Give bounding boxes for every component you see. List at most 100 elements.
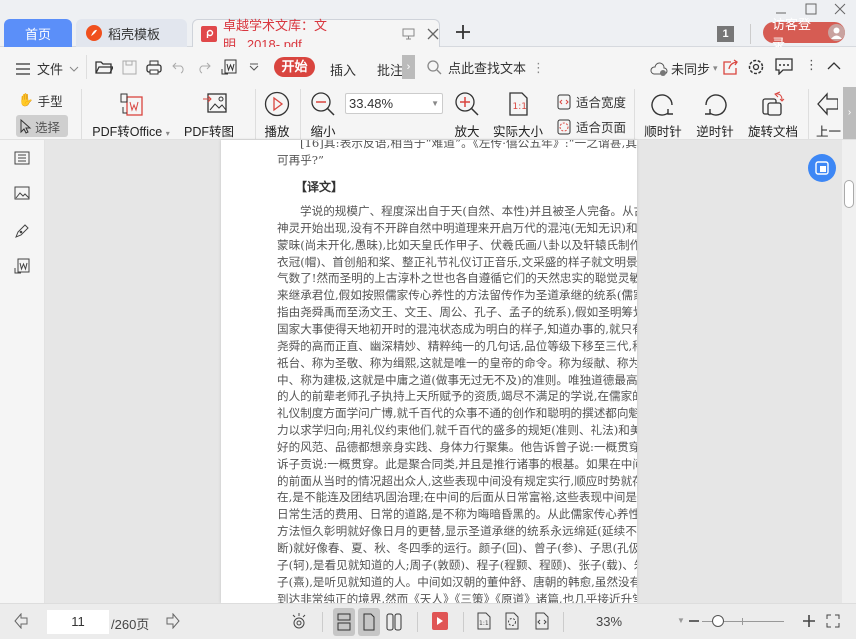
login-button[interactable]: 访客登录: [763, 17, 845, 51]
zoom-in-button[interactable]: 放大: [452, 91, 482, 140]
settings-gear-icon[interactable]: [747, 58, 765, 76]
body-text-line: 在,是不能连及团结巩固治理;在中间的后面从日常富裕,这些表现中间是: [277, 490, 637, 505]
actual-size-icon[interactable]: 1:1: [477, 612, 491, 630]
window-count-badge[interactable]: 1: [717, 26, 734, 42]
more-dropdown-icon[interactable]: [249, 63, 259, 71]
print-icon[interactable]: [146, 60, 162, 75]
rotate-counterclockwise-button[interactable]: 逆时针: [695, 91, 735, 140]
hand-label: 手型: [37, 95, 63, 109]
share-icon[interactable]: [723, 59, 739, 75]
open-folder-icon[interactable]: [95, 60, 113, 74]
tab-document[interactable]: 卓越学术文库：文明...2018-.pdf: [192, 18, 440, 52]
fit-page-button[interactable]: 适合页面: [557, 117, 626, 136]
maximize-icon[interactable]: [805, 3, 817, 15]
convert-icon: [815, 161, 829, 175]
zoom-percent[interactable]: 33%: [596, 614, 622, 629]
scroll-tabs-right-button[interactable]: ›: [402, 55, 415, 79]
zoom-slider[interactable]: [702, 615, 784, 627]
scrollbar-thumb[interactable]: [844, 180, 854, 208]
zoom-out-label: 缩小: [310, 125, 336, 139]
left-sidebar: [0, 140, 45, 603]
thumbnail-image-icon[interactable]: [14, 186, 30, 200]
divider: [417, 612, 418, 632]
export-word-icon[interactable]: [221, 59, 237, 75]
fit-page-icon[interactable]: [505, 612, 519, 630]
previous-page-button[interactable]: 上一: [816, 91, 842, 140]
tab-docer-templates[interactable]: 稻壳模板: [76, 19, 187, 47]
divider: [300, 89, 301, 139]
more-options-icon[interactable]: ⋮: [805, 57, 818, 73]
hand-icon: ✋: [18, 93, 34, 107]
sync-status[interactable]: 未同步 ▾: [650, 59, 718, 78]
zoom-in-label: 放大: [454, 125, 480, 139]
zoom-dropdown-icon[interactable]: ▼: [677, 616, 685, 625]
actual-size-icon: 1:1: [509, 92, 528, 116]
body-text-line: 到达非常纯正的境界,然而《天人》《三策》《原道》诸篇,也几乎接近升堂并: [277, 591, 637, 603]
collapse-ribbon-icon[interactable]: [827, 62, 841, 70]
close-window-icon[interactable]: [834, 3, 846, 15]
two-page-view-icon[interactable]: [386, 613, 402, 631]
feedback-chat-icon[interactable]: [775, 58, 793, 75]
zoom-select[interactable]: 33.48% ▼: [345, 93, 443, 114]
continuous-scroll-view-icon[interactable]: [333, 608, 355, 636]
play-slideshow-icon[interactable]: [432, 612, 448, 630]
actual-size-label: 实际大小: [492, 125, 543, 139]
rotate-clockwise-icon: [651, 94, 673, 116]
pdf-to-office-button[interactable]: PDF转Office ▾: [91, 91, 171, 140]
monitor-icon[interactable]: [402, 28, 415, 40]
body-text-line: 中、称为建极,这就是中庸之道(做事无过无不及)的准则。唯独道德最高尚: [277, 372, 637, 387]
divider: [322, 612, 323, 632]
tab-annotate[interactable]: 批注: [377, 60, 403, 79]
body-text-line: 诉子贡说:一概贯穿。此是聚合同类,并且是推行诸事的根基。如果在中间: [277, 456, 637, 471]
fit-page-label: 适合页面: [576, 121, 627, 135]
body-text-line: 礼仪制度方面学问广博,就千百代的众事不通的创作和聪明的撰述都向魁: [277, 406, 637, 421]
new-tab-button[interactable]: [455, 24, 471, 40]
search-icon: [427, 60, 442, 75]
body-text-line: 子(轲),是看见就知道的人;周子(敦颐)、程子(程颢、程颐)、张子(载)、朱: [277, 557, 637, 572]
rotate-document-button[interactable]: 旋转文档: [746, 91, 800, 140]
fit-width-button[interactable]: 适合宽度: [557, 92, 626, 111]
scroll-ribbon-right-button[interactable]: ›: [843, 87, 856, 139]
actual-size-button[interactable]: 1:1 实际大小: [492, 91, 544, 140]
pdf-to-office-icon: [120, 93, 143, 116]
next-page-arrow-icon[interactable]: [166, 613, 180, 629]
more-vertical-icon[interactable]: ⋮: [532, 60, 545, 76]
zoom-out-minus-icon[interactable]: [688, 614, 700, 628]
close-tab-icon[interactable]: [427, 28, 439, 40]
tab-start[interactable]: 开始: [274, 57, 315, 77]
body-text-line: 的人的前辈老师孔子执持上天所赋予的资质,竭尽不满足的学说,在儒家的: [277, 389, 637, 404]
annotation-pen-icon[interactable]: [14, 223, 30, 239]
zoom-out-button[interactable]: 缩小: [308, 91, 338, 140]
select-tool-button[interactable]: 选择: [16, 115, 68, 137]
undo-icon[interactable]: [172, 60, 186, 74]
play-button[interactable]: 播放: [262, 91, 292, 140]
body-text-line: 衣冠(帽)、首创船和桨、整正礼节礼仪订正音乐,文采盛的样子就文明景象: [277, 254, 637, 269]
zoom-slider-thumb[interactable]: [712, 615, 725, 627]
avatar-icon: [828, 24, 845, 41]
fullscreen-icon[interactable]: [826, 614, 840, 628]
export-word-sidebar-icon[interactable]: [14, 258, 30, 274]
vertical-scrollbar[interactable]: [842, 140, 856, 603]
floating-tool-button[interactable]: [808, 154, 836, 182]
search-box[interactable]: 点此查找文本 ⋮: [427, 58, 545, 77]
minimize-icon[interactable]: [775, 4, 787, 16]
tab-home[interactable]: 首页: [4, 19, 72, 47]
save-icon[interactable]: [122, 60, 137, 75]
zoom-in-plus-icon[interactable]: [802, 614, 816, 628]
login-label: 访客登录: [772, 16, 812, 51]
file-menu[interactable]: 文件: [15, 59, 79, 78]
rotate-clockwise-button[interactable]: 顺时针: [643, 91, 683, 140]
page-number-input[interactable]: 11: [47, 610, 109, 634]
tab-docer-label: 稻壳模板: [108, 26, 161, 42]
outline-list-icon[interactable]: [14, 151, 30, 165]
single-page-view-icon[interactable]: [358, 608, 380, 636]
redo-icon[interactable]: [197, 60, 211, 74]
hand-tool-button[interactable]: ✋ 手型: [18, 91, 63, 110]
eye-protection-icon[interactable]: [290, 612, 308, 630]
body-text-line: 日常生活的费用、日常的道路,是不称为晦暗昏黑的。从此儒家传心养性的: [277, 507, 637, 522]
tab-insert[interactable]: 插入: [330, 60, 356, 79]
previous-page-arrow-icon[interactable]: [14, 613, 28, 629]
fit-width-label: 适合宽度: [576, 96, 627, 110]
body-text-line: 指由尧舜禹而至汤文王、文王、周公、孔子、孟子的统系),假如圣明筹划治理: [277, 305, 637, 320]
fit-width-icon[interactable]: [535, 612, 549, 630]
